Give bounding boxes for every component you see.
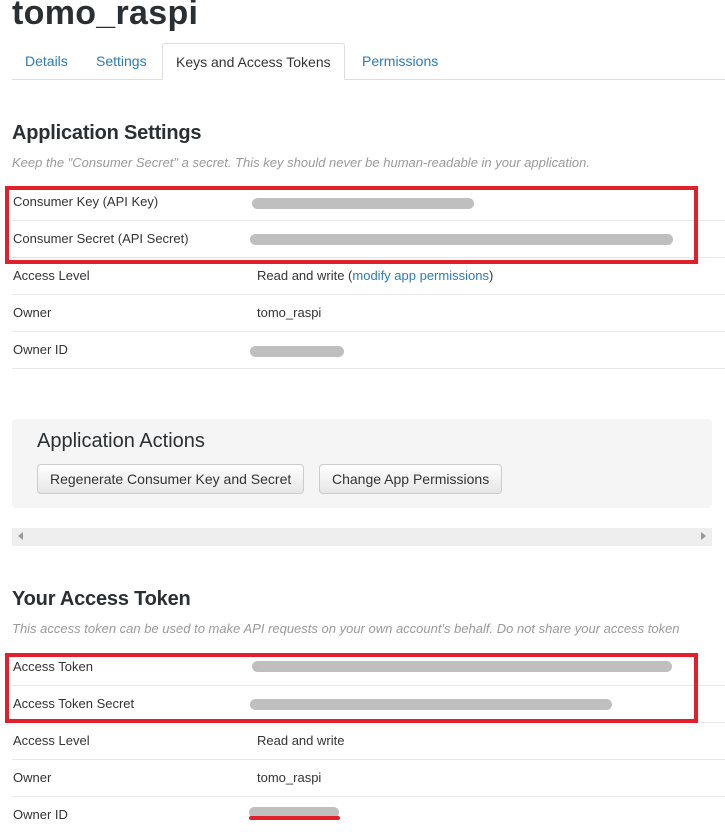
horizontal-scrollbar[interactable] [12,528,712,546]
access-level-label: Access Level [13,268,90,283]
token-owner-id-row: Owner ID [12,797,725,832]
tab-settings[interactable]: Settings [83,43,160,80]
token-owner-value: tomo_raspi [257,770,322,785]
tab-keys-and-access-tokens[interactable]: Keys and Access Tokens [162,43,345,80]
access-token-description: This access token can be used to make AP… [12,621,680,636]
tab-permissions[interactable]: Permissions [349,43,451,80]
owner-id-redacted [250,346,344,357]
access-token-highlight [5,653,698,723]
scroll-right-icon[interactable] [701,532,706,540]
application-actions-heading: Application Actions [37,430,205,452]
modify-app-permissions-link[interactable]: modify app permissions [352,268,489,283]
access-level-suffix: ) [488,268,494,283]
scroll-left-icon[interactable] [18,532,23,540]
owner-id-underline [249,816,340,820]
access-token-heading: Your Access Token [12,588,191,610]
owner-row: Owner tomo_raspi [12,295,725,332]
token-access-level-value: Read and write [257,733,345,748]
application-actions-panel: Application Actions Regenerate Consumer … [12,419,712,508]
token-access-level-row: Access Level Read and write [12,723,725,760]
access-level-value: Read and write (modify app permissions) [257,268,493,283]
access-level-text: Read and write ( [257,268,353,283]
token-owner-id-label: Owner ID [13,807,68,822]
owner-id-label: Owner ID [13,342,68,357]
token-access-level-label: Access Level [13,733,90,748]
owner-label: Owner [13,305,52,320]
token-owner-row: Owner tomo_raspi [12,760,725,797]
tab-details[interactable]: Details [12,43,81,80]
tab-bar: Details Settings Keys and Access Tokens … [12,43,725,80]
change-app-permissions-button[interactable]: Change App Permissions [319,464,503,494]
application-settings-heading: Application Settings [12,122,202,144]
owner-value: tomo_raspi [257,305,322,320]
owner-id-row: Owner ID [12,332,725,369]
application-settings-description: Keep the "Consumer Secret" a secret. Thi… [12,155,590,170]
consumer-keys-highlight [5,186,698,264]
token-owner-label: Owner [13,770,52,785]
app-title: tomo_raspi [12,0,199,32]
regenerate-consumer-key-button[interactable]: Regenerate Consumer Key and Secret [37,464,305,494]
